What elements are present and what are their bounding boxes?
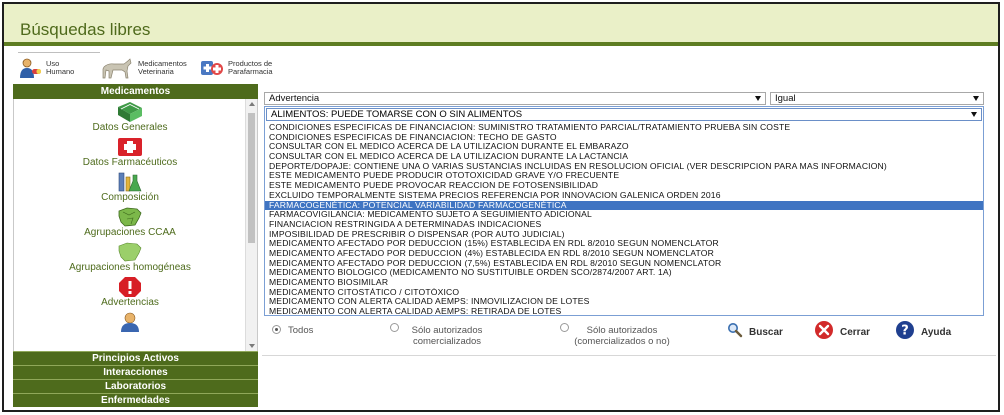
dropdown-option[interactable]: FINANCIACION RESTRINGIDA A DETERMINADAS … [265,220,983,230]
title-bar: Búsquedas libres [4,4,998,46]
sidebar-item-label: Datos Generales [92,122,168,133]
quicklink-label: Medicamentos Veterinaria [138,59,187,76]
horse-icon [100,57,134,79]
dropdown-option[interactable]: MEDICAMENTO CON ALERTA CALIDAD AEMPS: RE… [265,307,983,315]
quicklink-label: Productos de Parafarmacia [228,59,273,76]
main-panel: Advertencia Igual ALIMENTOS: PUEDE TOMAR… [262,86,996,408]
sidebar-item-label: Advertencias [101,297,159,308]
availability-filters: Todos Sólo autorizados comercializados S… [262,320,996,362]
quicklinks-divider [18,52,100,53]
help-icon: ? [895,320,915,344]
chevron-down-icon [971,112,977,117]
app-frame: Búsquedas libres Uso Humano Medicamentos [2,2,1000,412]
spain-map-green-icon [117,241,142,262]
warning-icon [117,276,141,297]
first-aid-icon [117,136,142,156]
value-select-current: ALIMENTOS: PUEDE TOMARSE CON O SIN ALIME… [271,109,523,120]
dropdown-option[interactable]: ESTE MEDICAMENTO PUEDE PRODUCIR OTOTOXIC… [265,171,983,181]
quicklink-uso-humano[interactable]: Uso Humano [18,57,74,79]
person-pill-icon [18,57,42,79]
dropdown-option[interactable]: MEDICAMENTO CITOSTÁTICO / CITOTÓXICO [265,288,983,298]
sidebar-section-interacciones[interactable]: Interacciones [13,365,258,379]
sidebar-section-principios-activos[interactable]: Principios Activos [13,351,258,365]
scroll-down-arrow-icon[interactable] [249,344,255,348]
sidebar-item-label: Datos Farmacéuticos [82,157,178,168]
dropdown-option[interactable]: DEPORTE/DOPAJE: CONTIENE UNA O VARIAS SU… [265,162,983,172]
page-title: Búsquedas libres [20,20,151,39]
sidebar-items: Datos Generales Datos Farmacéuticos Comp… [14,99,246,344]
svg-text:?: ? [901,324,909,339]
dropdown-option[interactable]: MEDICAMENTO BIOSIMILAR [265,278,983,288]
parafarmacia-icon [200,57,224,79]
radio-solo-comercializados-o-no-label: Sólo autorizados (comercializados o no) [574,325,670,347]
chevron-down-icon [755,96,761,101]
radio-solo-comercializados-label: Sólo autorizados comercializados [411,325,483,347]
cerrar-button[interactable]: Cerrar [814,320,870,344]
dropdown-option[interactable]: ESTE MEDICAMENTO PUEDE PROVOCAR REACCION… [265,181,983,191]
book-icon [114,101,142,122]
dropdown-option[interactable]: MEDICAMENTO CON ALERTA CALIDAD AEMPS: IN… [265,297,983,307]
sidebar-item-label: Agrupaciones CCAA [84,227,176,238]
dropdown-options-list: CONDICIONES ESPECIFICAS DE FINANCIACION:… [265,123,983,315]
sidebar-item-datos-generales[interactable]: Datos Generales [14,99,246,134]
dropdown-option[interactable]: IMPOSIBILIDAD DE PRESCRIBIR O DISPENSAR … [265,230,983,240]
dropdown-option[interactable]: FARMACOGENÉTICA: POTENCIAL VARIABILIDAD … [265,200,983,211]
value-select-dropdown[interactable]: ALIMENTOS: PUEDE TOMARSE CON O SIN ALIME… [264,106,984,316]
dropdown-option[interactable]: CONDICIONES ESPECIFICAS DE FINANCIACION:… [265,133,983,143]
sidebar: Medicamentos Datos Generales Datos Farma… [13,84,258,410]
sidebar-section-enfermedades[interactable]: Enfermedades [13,393,258,407]
sidebar-section-laboratorios[interactable]: Laboratorios [13,379,258,393]
field-select-value: Advertencia [269,93,320,104]
divider [262,355,996,356]
sidebar-header-medicamentos[interactable]: Medicamentos [13,84,258,99]
search-icon [727,322,743,342]
sidebar-item-advertencias[interactable]: Advertencias [14,274,246,309]
ayuda-button[interactable]: ? Ayuda [895,320,951,344]
cerrar-label: Cerrar [840,326,871,338]
dropdown-option[interactable]: CONDICIONES ESPECIFICAS DE FINANCIACION:… [265,123,983,133]
lab-flask-icon [117,171,142,192]
operator-select-value: Igual [775,93,796,104]
chevron-down-icon [973,96,979,101]
ayuda-label: Ayuda [921,326,952,338]
quicklink-parafarmacia[interactable]: Productos de Parafarmacia [200,57,273,79]
quicklinks-bar: Uso Humano Medicamentos Veterinaria Prod… [4,50,998,86]
sidebar-item-label: Agrupaciones homogéneas [69,262,191,273]
dropdown-option[interactable]: MEDICAMENTO AFECTADO POR DEDUCCION (4%) … [265,249,983,259]
sidebar-item-datos-farmaceuticos[interactable]: Datos Farmacéuticos [14,134,246,169]
scrollbar-thumb[interactable] [248,113,255,243]
dropdown-option[interactable]: CONSULTAR CON EL MEDICO ACERCA DE LA UTI… [265,152,983,162]
sidebar-item-agrupaciones-ccaa[interactable]: Agrupaciones CCAA [14,204,246,239]
dropdown-option[interactable]: MEDICAMENTO BIOLOGICO (MEDICAMENTO NO SU… [265,268,983,278]
person-icon [117,311,141,332]
spain-map-icon [117,206,142,227]
sidebar-item-partial [14,309,246,344]
sidebar-item-agrupaciones-homogeneas[interactable]: Agrupaciones homogéneas [14,239,246,274]
scroll-up-arrow-icon[interactable] [249,102,255,106]
sidebar-body: Datos Generales Datos Farmacéuticos Comp… [13,99,258,351]
operator-select[interactable]: Igual [770,92,984,105]
sidebar-item-composicion[interactable]: Composición [14,169,246,204]
dropdown-option[interactable]: MEDICAMENTO AFECTADO POR DEDUCCION (7,5%… [265,259,983,269]
dropdown-option[interactable]: MEDICAMENTO AFECTADO POR DEDUCCION (15%)… [265,239,983,249]
dropdown-option[interactable]: FARMACOVIGILANCIA: MEDICAMENTO SUJETO A … [265,210,983,220]
sidebar-item-label: Composición [101,192,159,203]
radio-todos[interactable] [272,325,281,334]
quicklink-veterinaria[interactable]: Medicamentos Veterinaria [100,57,187,79]
radio-todos-label: Todos [288,325,314,336]
dropdown-option[interactable]: EXCLUIDO TEMPORALMENTE SISTEMA PRECIOS R… [265,191,983,201]
buscar-button[interactable]: Buscar [727,322,783,342]
dropdown-option[interactable]: CONSULTAR CON EL MEDICO ACERCA DE LA UTI… [265,142,983,152]
quicklink-label: Uso Humano [46,59,75,76]
close-icon [814,320,834,344]
value-select[interactable]: ALIMENTOS: PUEDE TOMARSE CON O SIN ALIME… [266,108,982,121]
sidebar-scrollbar[interactable] [245,99,257,351]
buscar-label: Buscar [749,326,783,338]
field-select[interactable]: Advertencia [264,92,766,105]
